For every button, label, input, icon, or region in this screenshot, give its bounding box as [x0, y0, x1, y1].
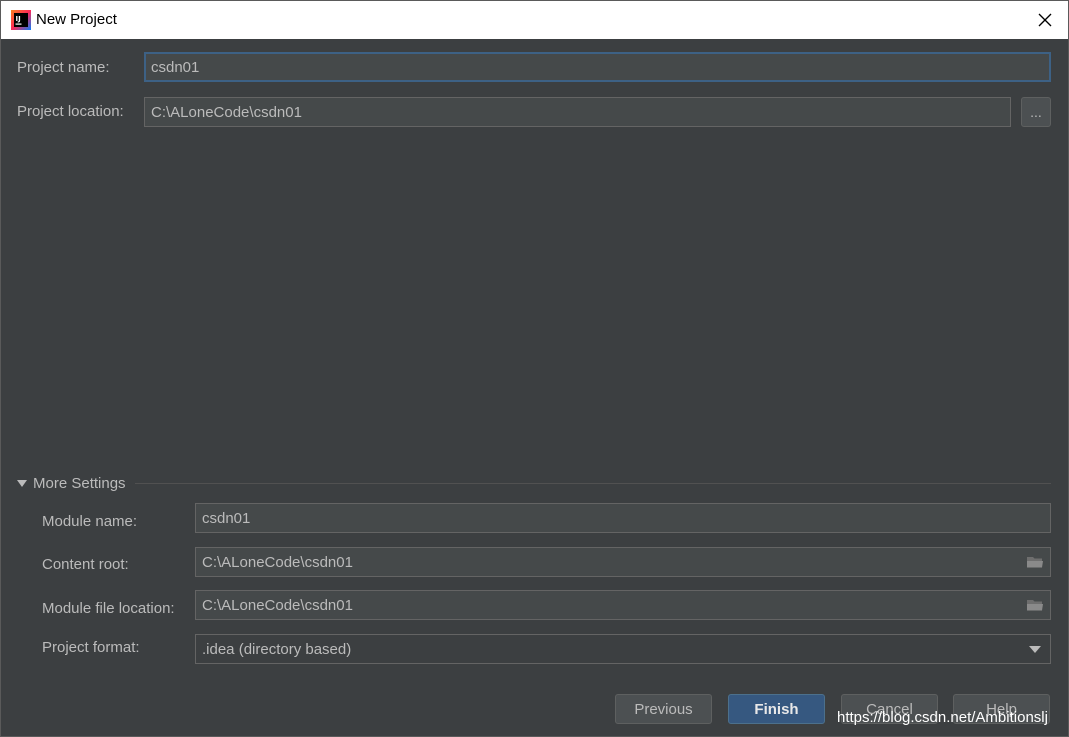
project-name-input[interactable]: csdn01 — [144, 52, 1051, 82]
section-divider — [135, 483, 1051, 484]
content-root-input[interactable]: C:\ALoneCode\csdn01 — [195, 547, 1051, 577]
module-name-value: csdn01 — [202, 509, 251, 527]
title-bar[interactable]: IJ New Project — [1, 1, 1068, 39]
previous-label: Previous — [634, 700, 693, 718]
finish-label: Finish — [754, 700, 799, 718]
collapse-triangle-icon — [17, 480, 27, 487]
project-location-input[interactable]: C:\ALoneCode\csdn01 — [144, 97, 1011, 127]
folder-icon[interactable] — [1026, 555, 1044, 569]
browse-location-button[interactable]: ... — [1021, 97, 1051, 127]
more-settings-label: More Settings — [33, 475, 126, 492]
browse-label: ... — [1030, 104, 1042, 120]
module-name-input[interactable]: csdn01 — [195, 503, 1051, 533]
module-file-location-label: Module file location: — [42, 600, 175, 617]
close-button[interactable] — [1022, 1, 1068, 39]
module-file-location-input[interactable]: C:\ALoneCode\csdn01 — [195, 590, 1051, 620]
close-icon — [1038, 13, 1052, 27]
intellij-idea-icon: IJ — [11, 10, 31, 30]
svg-text:IJ: IJ — [16, 15, 21, 23]
watermark: https://blog.csdn.net/Ambitionslj — [837, 709, 1048, 726]
project-location-value: C:\ALoneCode\csdn01 — [151, 103, 302, 121]
project-name-value: csdn01 — [151, 58, 200, 76]
project-name-label: Project name: — [17, 59, 110, 76]
folder-icon[interactable] — [1026, 598, 1044, 612]
finish-button[interactable]: Finish — [728, 694, 825, 724]
new-project-dialog: IJ New Project Project name: csdn01 Proj… — [0, 0, 1069, 737]
project-location-label: Project location: — [17, 103, 124, 120]
project-format-value: .idea (directory based) — [202, 640, 352, 658]
chevron-down-icon — [1029, 646, 1041, 653]
module-file-location-value: C:\ALoneCode\csdn01 — [202, 596, 353, 614]
window-title: New Project — [36, 11, 117, 28]
project-format-select[interactable]: .idea (directory based) — [195, 634, 1051, 664]
module-name-label: Module name: — [42, 513, 138, 530]
content-root-value: C:\ALoneCode\csdn01 — [202, 553, 353, 571]
more-settings-toggle[interactable]: More Settings — [17, 475, 126, 492]
project-format-label: Project format: — [42, 639, 140, 656]
previous-button[interactable]: Previous — [615, 694, 712, 724]
content-root-label: Content root: — [42, 556, 129, 573]
